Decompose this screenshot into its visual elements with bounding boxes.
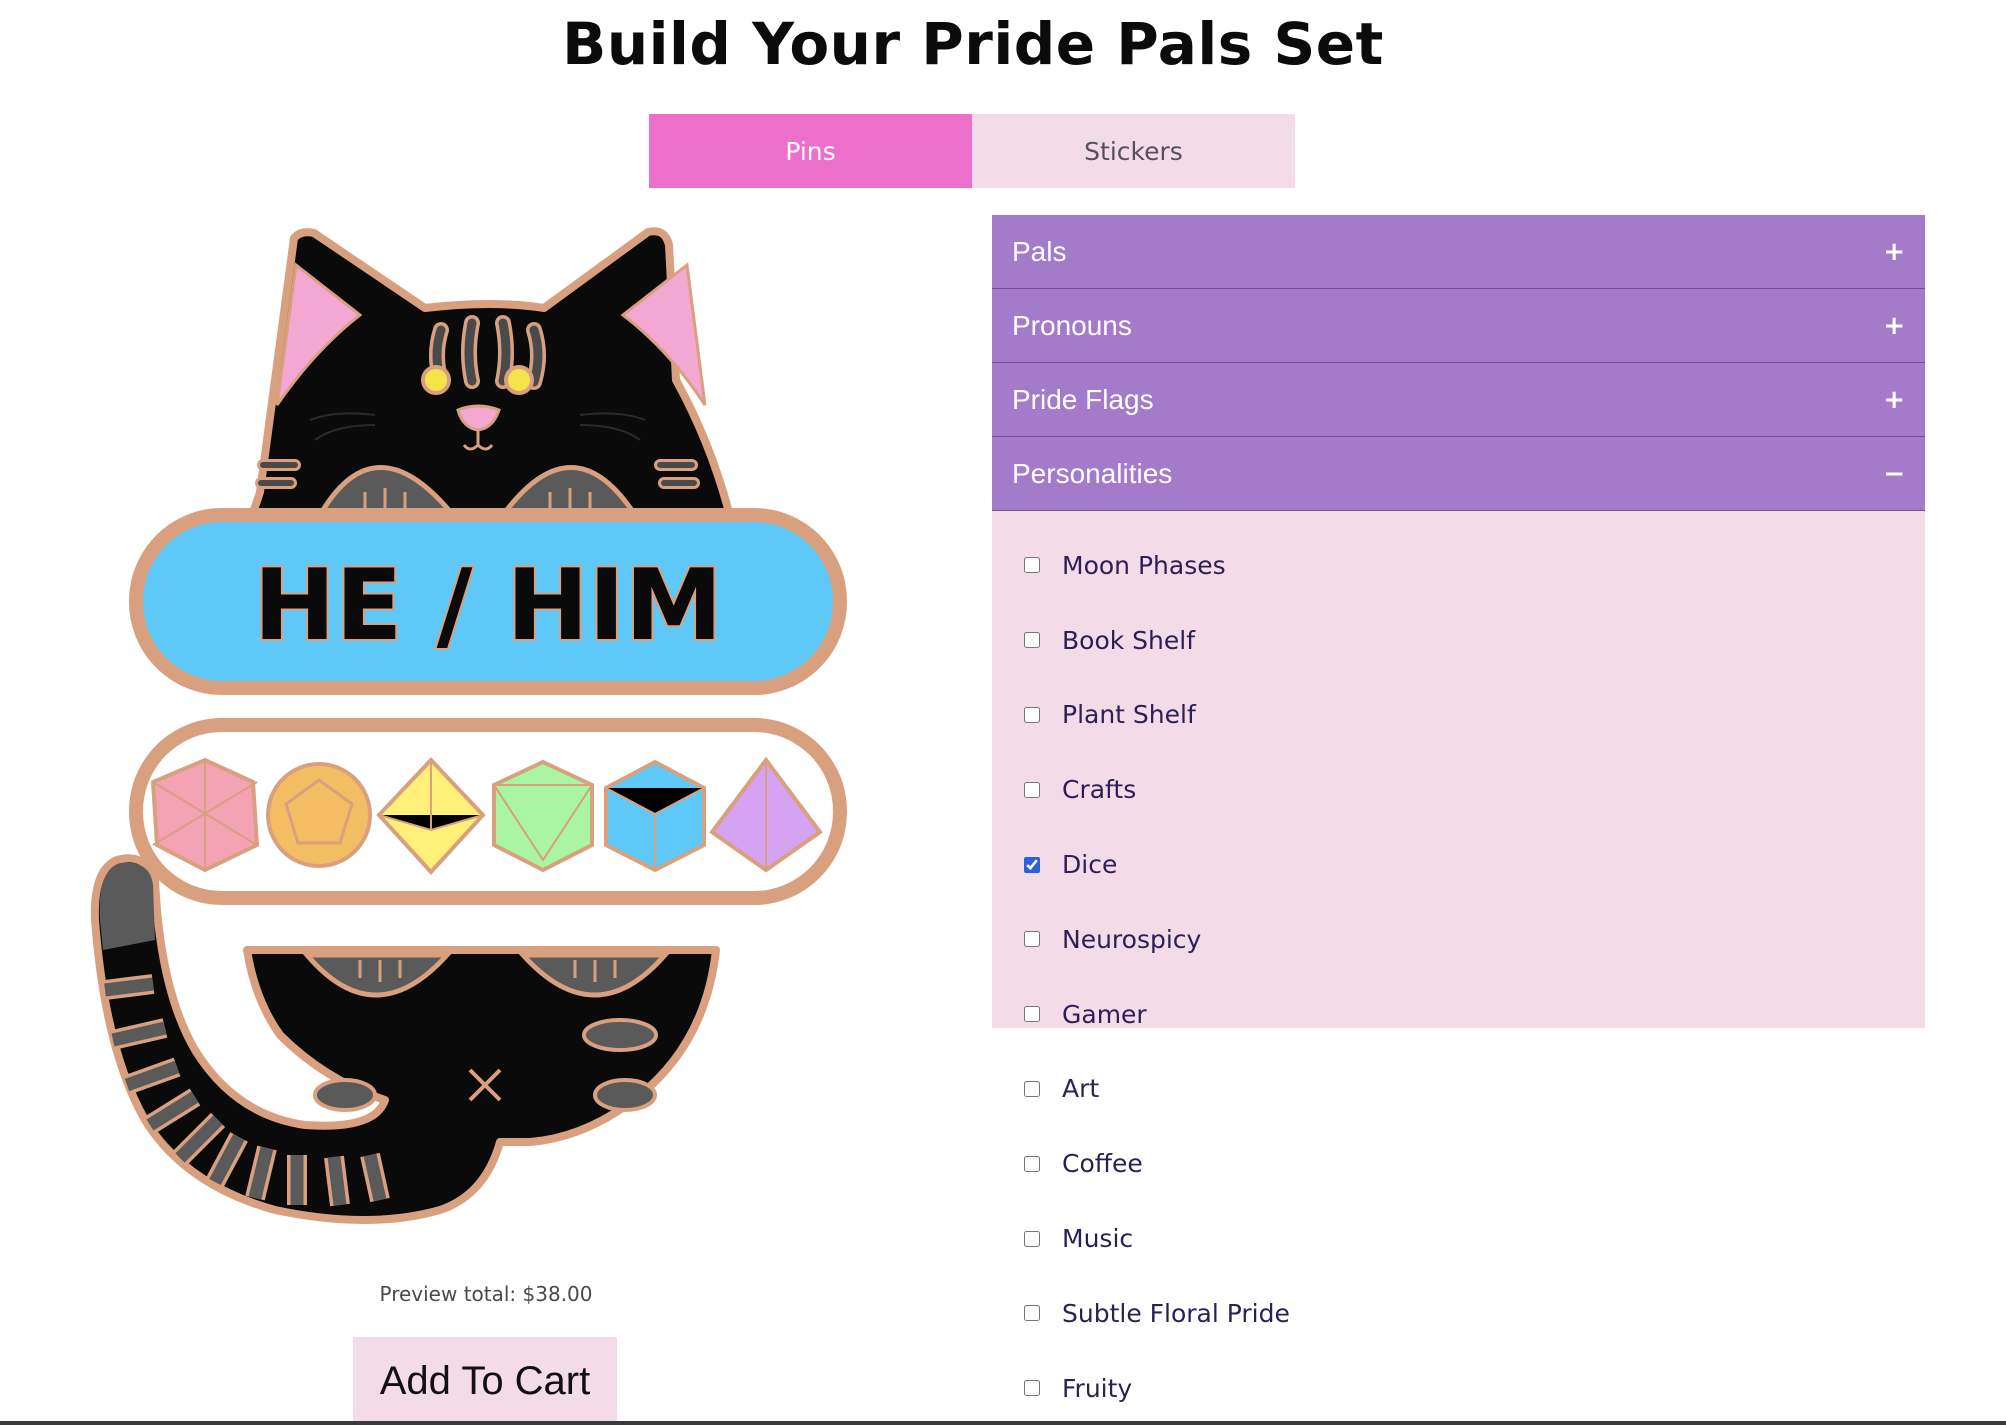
plus-icon: + (1883, 384, 1905, 415)
page-title: Build Your Pride Pals Set (562, 10, 1384, 78)
accordion-pals-label: Pals (1012, 235, 1067, 267)
accordion-pronouns-label: Pronouns (1012, 309, 1132, 341)
personality-option-label: Coffee (1062, 1149, 1143, 1179)
personality-option-label: Crafts (1062, 775, 1137, 805)
tab-pins[interactable]: Pins (649, 114, 972, 188)
accordion-pride-flags-label: Pride Flags (1012, 383, 1154, 415)
personality-option-label: Music (1062, 1224, 1134, 1254)
personality-option-label: Book Shelf (1062, 625, 1196, 655)
cat-body-pin (90, 854, 720, 1224)
pin-set-preview-image: HE / HIM (90, 227, 847, 1224)
personality-option[interactable]: Fruity (992, 1351, 1925, 1426)
accordion-personalities[interactable]: Personalities − (992, 437, 1925, 511)
plus-icon: + (1883, 236, 1905, 267)
personality-option-label: Fruity (1062, 1373, 1133, 1403)
page-bottom-border (0, 1421, 2006, 1425)
personality-checkbox[interactable] (1024, 1080, 1040, 1097)
cat-head-pin (246, 227, 735, 524)
options-accordion: Pals + Pronouns + Pride Flags + Personal… (992, 215, 1925, 1403)
personality-option[interactable]: Subtle Floral Pride (992, 1276, 1925, 1351)
pin-set-preview: HE / HIM (75, 220, 865, 1240)
personality-checkbox[interactable] (1024, 1155, 1040, 1172)
personality-checkbox[interactable] (1024, 1230, 1040, 1247)
dice-pin (129, 718, 847, 905)
personalities-panel: Moon Phases Book Shelf Plant Shelf Crafts Di… (992, 511, 1925, 1403)
tab-stickers[interactable]: Stickers (972, 114, 1295, 188)
preview-total: Preview total: $38.00 (379, 1282, 593, 1306)
product-type-tabs: Pins Stickers (649, 114, 1295, 188)
personality-checkbox[interactable] (1024, 1380, 1040, 1397)
personality-checkbox[interactable] (1024, 706, 1040, 723)
personality-checkbox[interactable] (1024, 632, 1040, 649)
personality-option-label: Gamer (1062, 999, 1147, 1029)
personality-option-label: Neurospicy (1062, 924, 1202, 954)
personality-option[interactable]: Book Shelf (992, 603, 1925, 678)
minus-icon: − (1883, 458, 1905, 489)
personality-option[interactable]: Moon Phases (992, 528, 1925, 603)
personality-option[interactable]: Art (992, 1052, 1925, 1127)
personality-checkbox[interactable] (1024, 557, 1040, 574)
personality-option[interactable]: Coffee (992, 1126, 1925, 1201)
personality-option-label: Subtle Floral Pride (1062, 1298, 1290, 1328)
pronoun-pin: HE / HIM (129, 508, 847, 695)
personality-option-label: Plant Shelf (1062, 700, 1196, 730)
accordion-pals[interactable]: Pals + (992, 215, 1925, 289)
personality-option-label: Dice (1062, 850, 1118, 880)
personality-option[interactable]: Music (992, 1201, 1925, 1276)
pronoun-text: HE / HIM (254, 549, 723, 663)
accordion-personalities-label: Personalities (1012, 457, 1173, 489)
personality-option[interactable]: Neurospicy (992, 902, 1925, 977)
personality-checkbox[interactable] (1024, 1305, 1040, 1322)
personality-option[interactable]: Plant Shelf (992, 678, 1925, 753)
accordion-pride-flags[interactable]: Pride Flags + (992, 363, 1925, 437)
personality-checkbox[interactable] (1024, 781, 1040, 798)
add-to-cart-button[interactable]: Add To Cart (353, 1337, 617, 1425)
personality-checkbox[interactable] (1024, 856, 1040, 873)
personality-option[interactable]: Dice (992, 827, 1925, 902)
personality-checkbox[interactable] (1024, 931, 1040, 948)
personality-option[interactable]: Gamer (992, 977, 1925, 1052)
personality-option-label: Moon Phases (1062, 550, 1226, 580)
accordion-pronouns[interactable]: Pronouns + (992, 289, 1925, 363)
personality-checkbox[interactable] (1024, 1006, 1040, 1023)
personality-option-label: Art (1062, 1074, 1100, 1104)
plus-icon: + (1883, 310, 1905, 341)
personality-option[interactable]: Crafts (992, 752, 1925, 827)
